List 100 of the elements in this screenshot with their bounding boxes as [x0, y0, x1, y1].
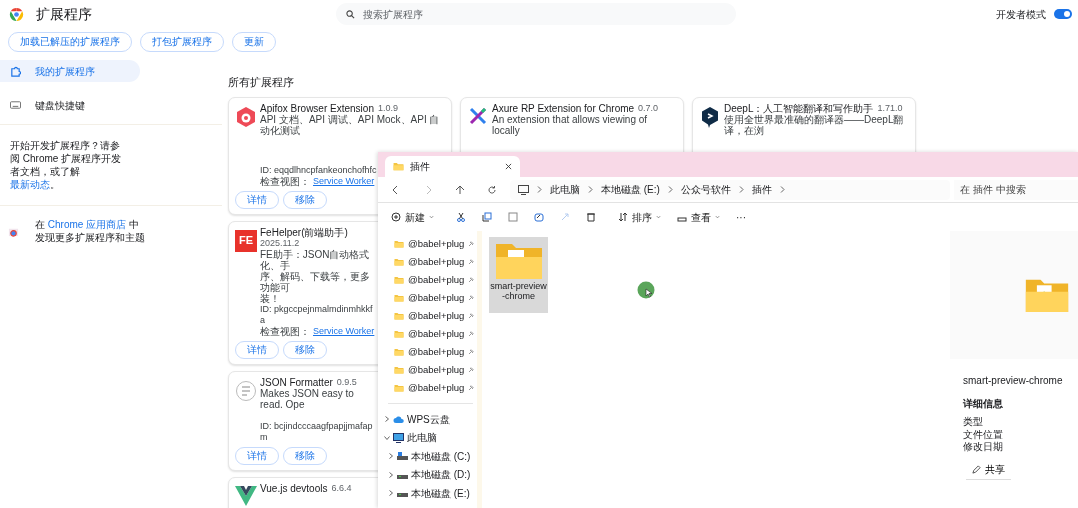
- remove-button[interactable]: 移除: [283, 340, 327, 359]
- toolbar-button[interactable]: ···: [731, 206, 751, 228]
- folder-icon: [394, 366, 404, 374]
- puzzle-icon: [10, 65, 21, 77]
- details-button[interactable]: 详情: [235, 446, 279, 465]
- toolbar-button[interactable]: 查看: [672, 206, 725, 228]
- folder-item[interactable]: smart-preview-chrome: [489, 237, 548, 313]
- sidebar-item[interactable]: 键盘快捷键: [0, 94, 140, 116]
- page-title: 扩展程序: [36, 4, 93, 24]
- field-label: 文件位置: [963, 428, 1003, 440]
- details-button[interactable]: 详情: [235, 190, 279, 209]
- caret-icon: [429, 215, 434, 219]
- breadcrumb-item[interactable]: 此电脑: [550, 182, 580, 197]
- search-icon: [346, 9, 355, 19]
- action-button[interactable]: 更新: [232, 32, 276, 52]
- extension-name: Vue.js devtools: [260, 482, 328, 494]
- up-arrow-icon[interactable]: [455, 184, 465, 195]
- version-text: 1.71.0: [877, 102, 903, 114]
- folder-icon: [394, 276, 404, 284]
- description-text: 序、解码、下载等，更多功能可: [260, 270, 370, 293]
- nav-item[interactable]: @babel+plug: [378, 343, 477, 361]
- service-worker-link[interactable]: Service Worker: [313, 325, 375, 337]
- chevron-icon: [667, 186, 673, 193]
- field-label: 修改日期: [963, 441, 1003, 452]
- delete-icon[interactable]: [586, 212, 596, 222]
- store-text: 在 Chrome 应用商店 中发现更多扩展程序和主题: [35, 218, 145, 244]
- pencil-icon: [972, 464, 981, 474]
- extension-id: ID: eqqdlhncpfankeonchofhfc: [260, 164, 377, 175]
- chevron-icon: [537, 186, 542, 193]
- cut-icon[interactable]: [456, 212, 466, 222]
- toolbar-button[interactable]: 排序: [613, 206, 666, 228]
- folder-icon: [394, 258, 404, 266]
- developer-mode-toggle[interactable]: [1054, 9, 1072, 19]
- computer-icon: [393, 432, 404, 443]
- nav-item[interactable]: @babel+plug: [378, 325, 477, 343]
- chevron-icon: [588, 186, 593, 193]
- folder-icon: [394, 384, 404, 392]
- drive-icon: [397, 452, 408, 461]
- details-heading: 详细信息: [963, 397, 1004, 411]
- tree-item[interactable]: 此电脑: [378, 428, 477, 447]
- breadcrumb-item[interactable]: 本地磁盘 (E:): [601, 182, 660, 197]
- field-label: 类型: [963, 416, 983, 427]
- breadcrumb-item[interactable]: 插件: [751, 182, 772, 197]
- version-text: 6.6.4: [331, 482, 352, 494]
- tree-item[interactable]: 本地磁盘 (E:): [378, 484, 477, 503]
- nav-item[interactable]: @babel+plug: [378, 379, 477, 397]
- caret-icon: [715, 215, 720, 219]
- version-text: 0.9.5: [336, 376, 357, 388]
- search-field[interactable]: 在 插件 中搜索: [954, 179, 1078, 200]
- chevron-icon: [738, 186, 744, 193]
- cursor-icon: [637, 281, 656, 300]
- folder-icon: [394, 330, 404, 338]
- file-name: smart-preview-chrome: [963, 374, 1064, 388]
- chevron-icon: [388, 490, 394, 497]
- sidebar-item[interactable]: 我的扩展程序: [0, 60, 140, 82]
- action-button[interactable]: 打包扩展程序: [140, 32, 224, 52]
- tree-item[interactable]: 本地磁盘 (C:): [378, 447, 477, 466]
- breadcrumb-item[interactable]: 公众号软件: [680, 182, 731, 197]
- tree-item[interactable]: WPS云盘: [378, 410, 477, 429]
- description-text: API 文档、API 调试、API Mock、API 自动化测试: [260, 113, 440, 136]
- store-link[interactable]: Chrome 应用商店: [47, 219, 127, 230]
- description-text: FE助手：JSON自动格式化、手: [260, 248, 370, 271]
- chevron-icon: [388, 453, 394, 460]
- extension-name: FeHelper(前端助手): [260, 226, 348, 238]
- folder-icon: [394, 312, 404, 320]
- inspect-label: 检查视图：: [260, 325, 310, 337]
- close-icon[interactable]: [505, 163, 512, 170]
- news-link[interactable]: 最新动态: [10, 179, 50, 190]
- description-text: 使用全世界最准确的翻译器——DeepL翻译，在浏: [724, 113, 904, 136]
- developer-mode-label: 开发者模式: [996, 7, 1046, 22]
- tree-item[interactable]: 本地磁盘 (D:): [378, 465, 477, 484]
- folder-icon: [394, 294, 404, 302]
- nav-item[interactable]: @babel+plug: [378, 289, 477, 307]
- nav-item[interactable]: @babel+plug: [378, 235, 477, 253]
- section-title: 所有扩展程序: [228, 75, 295, 90]
- explorer-tab[interactable]: 插件: [385, 156, 520, 177]
- help-text: 开始开发扩展程序？请参阅 Chrome 扩展程序开发者文档，或了解 最新动态。: [9, 139, 123, 192]
- folder-icon: [394, 348, 404, 356]
- service-worker-link[interactable]: Service Worker: [313, 175, 375, 187]
- nav-item[interactable]: @babel+plug: [378, 253, 477, 271]
- folder-icon: [493, 241, 544, 281]
- remove-button[interactable]: 移除: [283, 446, 327, 465]
- refresh-icon[interactable]: [487, 184, 497, 195]
- extension-name: DeepL：人工智能翻译和写作助手: [724, 102, 874, 114]
- copy-icon[interactable]: [482, 212, 492, 222]
- extension-name: Axure RP Extension for Chrome: [492, 102, 635, 114]
- folder-icon: [394, 240, 404, 248]
- search-field[interactable]: 搜索扩展程序: [336, 3, 736, 25]
- description-text: Makes JSON easy to read. Ope: [260, 387, 354, 410]
- folder-icon: [393, 162, 404, 171]
- x-logo-icon: [468, 105, 488, 126]
- chrome-logo-icon: [9, 6, 24, 22]
- details-button[interactable]: 详情: [235, 340, 279, 359]
- logo-icon: FE: [235, 229, 257, 252]
- nav-item[interactable]: @babel+plug: [378, 307, 477, 325]
- nav-item[interactable]: @babel+plug: [378, 271, 477, 289]
- toolbar-button[interactable]: 新建: [386, 206, 439, 228]
- remove-button[interactable]: 移除: [283, 190, 327, 209]
- action-button[interactable]: 加载已解压的扩展程序: [8, 32, 132, 52]
- nav-item[interactable]: @babel+plug: [378, 361, 477, 379]
